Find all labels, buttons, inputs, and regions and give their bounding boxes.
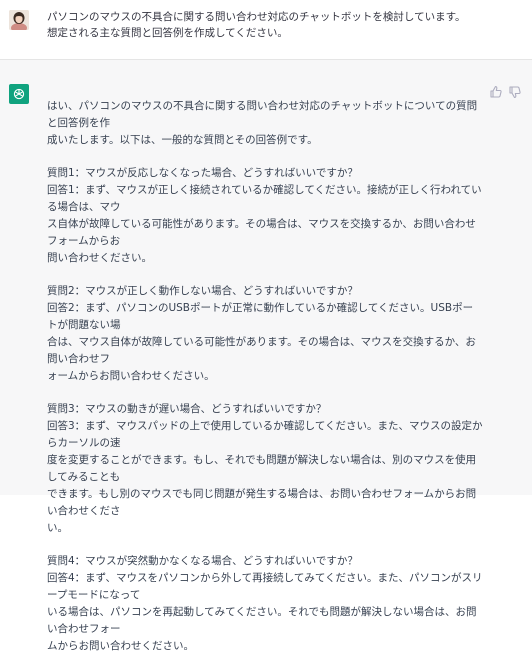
qa-line: 合は、マウス自体が故障している可能性があります。その場合は、マウスを交換するか、… [47, 336, 476, 365]
qa-line: 質問4：マウスが突然動かなくなる場合、どうすればいいですか？ [47, 555, 358, 567]
qa-line: できます。もし別のマウスでも同じ問題が発生する場合は、お問い合わせフォームからお… [47, 488, 477, 517]
qa-line: 質問3：マウスの動きが遅い場合、どうすればいいですか？ [47, 403, 327, 415]
thumbs-up-icon[interactable] [489, 84, 503, 98]
intro-line: 成いたします。以下は、一般的な質問とその回答例です。 [47, 134, 318, 146]
qa-line: 回答2：まず、パソコンのUSBポートが正常に動作しているか確認してください。US… [47, 302, 474, 331]
qa-line: 回答3：まず、マウスパッドの上で使用しているか確認してください。また、マウスの設… [47, 420, 483, 449]
user-message-text: パソコンのマウスの不具合に関する問い合わせ対応のチャットボットを検討しています。… [47, 9, 517, 41]
user-message-line: パソコンのマウスの不具合に関する問い合わせ対応のチャットボットを検討しています。 [47, 11, 466, 23]
assistant-message-row: はい、パソコンのマウスの不具合に関する問い合わせ対応のチャットボットについての質… [0, 60, 532, 652]
qa-line: 度を変更することができます。もし、それでも問題が解決しない場合は、別のマウスを使… [47, 454, 477, 483]
user-message-row: パソコンのマウスの不具合に関する問い合わせ対応のチャットボットを検討しています。… [0, 0, 532, 60]
qa-line: ムからお問い合わせください。 [47, 640, 194, 652]
qa-line: 回答4：まず、マウスをパソコンから外して再接続してみてください。また、パソコンが… [47, 572, 483, 601]
qa-line: ォームからお問い合わせください。 [47, 370, 215, 382]
intro-line: はい、パソコンのマウスの不具合に関する問い合わせ対応のチャットボットについての質… [47, 100, 478, 129]
qa-line: 質問2：マウスが正しく動作しない場合、どうすればいいですか？ [47, 285, 358, 297]
thumbs-down-icon[interactable] [508, 84, 522, 99]
qa-line: い。 [47, 522, 68, 534]
avatar [9, 10, 29, 30]
qa-line: いる場合は、パソコンを再起動してみてください。それでも問題が解決しない場合は、お… [47, 606, 477, 635]
user-message-line: 想定される主な質問と回答例を作成してください。 [47, 27, 288, 39]
qa-line: ス自体が故障している可能性があります。その場合は、マウスを交換するか、お問い合わ… [47, 218, 476, 247]
assistant-message-text: はい、パソコンのマウスの不具合に関する問い合わせ対応のチャットボットについての質… [47, 82, 483, 671]
openai-logo-icon [9, 84, 29, 104]
qa-line: 回答1：まず、マウスが正しく接続されているか確認してください。接続が正しく行われ… [47, 184, 482, 213]
qa-line: 質問1：マウスが反応しなくなった場合、どうすればいいですか？ [47, 167, 358, 179]
qa-line: 問い合わせください。 [47, 252, 152, 264]
